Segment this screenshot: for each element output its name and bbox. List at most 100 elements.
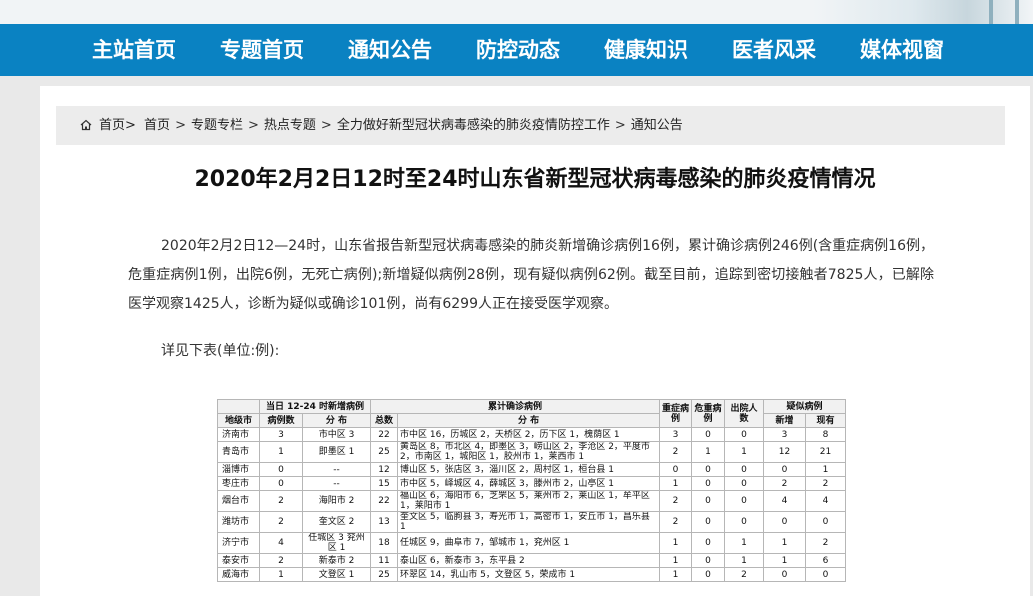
table-cell-new-count: 2 [259,511,303,533]
header-suspect-now: 现有 [805,413,847,428]
header-critical: 危重病例 [691,399,726,428]
table-cell-total: 22 [370,427,398,442]
table-body: 济南市 3 市中区 3 22 市中区 16，历城区 2，天桥区 2，历下区 1，槐荫区 … [217,427,847,582]
breadcrumb-home-2[interactable]: 首页 [140,118,170,133]
table-cell-distribution: 环翠区 14，乳山市 5，文登区 5，荣成市 1 [396,567,661,582]
home-icon [80,119,92,131]
table-cell-new-dist: 文登区 1 [302,567,371,582]
table-cell-total: 15 [370,476,398,491]
table-cell-total: 25 [370,567,398,582]
table-cell-suspect-new: 1 [763,553,807,568]
table-cell-severe: 1 [659,567,693,582]
table-cell-suspect-new: 1 [763,532,807,554]
table-cell-new-dist: 新泰市 2 [302,553,371,568]
table-cell-city: 潍坊市 [217,511,260,533]
table-cell-new-dist: -- [302,476,371,491]
nav-item-main-home[interactable]: 主站首页 [92,24,176,76]
table-cell-new-count: 2 [259,490,303,512]
table-cell-severe: 1 [659,476,693,491]
table-row: 烟台市 2 海阳市 2 22 福山区 6，海阳市 6，芝罘区 5，莱州市 2，莱山区 1… [217,490,847,512]
content-panel: 首页> 首页 > 专题专栏 > 热点专题 > 全力做好新型冠状病毒感染的肺炎疫情防控工作 > 通… [40,86,1030,596]
table-cell-suspect-now: 2 [805,476,847,491]
main-nav: 主站首页 专题首页 通知公告 防控动态 健康知识 医者风采 媒体视窗 [0,24,1033,76]
table-cell-discharged: 0 [724,427,765,442]
table-cell-critical: 0 [691,567,726,582]
table-cell-severe: 3 [659,427,693,442]
breadcrumb-separator: > [320,118,332,133]
table-cell-suspect-new: 4 [763,490,807,512]
header-city: 地级市 [217,413,260,428]
nav-item-media[interactable]: 媒体视窗 [860,24,944,76]
table-cell-city: 青岛市 [217,441,260,463]
breadcrumb: 首页> 首页 > 专题专栏 > 热点专题 > 全力做好新型冠状病毒感染的肺炎疫情防控工作 > 通… [56,106,1005,145]
top-strip [0,0,1033,24]
header-severe: 重症病例 [659,399,693,428]
table-cell-distribution: 福山区 6，海阳市 6，芝罘区 5，莱州市 2，莱山区 1，牟平区 1，莱阳市 … [396,490,661,512]
table-cell-discharged: 2 [724,567,765,582]
table-row: 潍坊市 2 奎文区 2 13 奎文区 5，临朐县 3，寿光市 1，高密市 1，安丘市 1… [217,511,847,533]
breadcrumb-notices[interactable]: 通知公告 [631,118,683,133]
table-cell-total: 22 [370,490,398,512]
header-new-count: 病例数 [259,413,303,428]
header-decoration [813,0,1033,24]
breadcrumb-epidemic-work[interactable]: 全力做好新型冠状病毒感染的肺炎疫情防控工作 [337,118,610,133]
table-cell-new-count: 0 [259,476,303,491]
table-cell-total: 18 [370,532,398,554]
table-cell-suspect-now: 2 [805,532,847,554]
table-cell-city: 烟台市 [217,490,260,512]
header-suspect-group: 疑似病例 [763,399,847,414]
nav-item-topic-home[interactable]: 专题首页 [220,24,304,76]
table-header-row: 当日 12-24 时新增病例 累计确诊病例 重症病例 危重病例 出院人数 疑似病… [217,399,847,428]
table-cell-new-dist: -- [302,462,371,477]
table-cell-critical: 0 [691,427,726,442]
table-cell-discharged: 1 [724,532,765,554]
table-cell-suspect-new: 0 [763,462,807,477]
table-cell-new-dist: 即墨区 1 [302,441,371,463]
breadcrumb-topics[interactable]: 专题专栏 [191,118,243,133]
header-total-group: 累计确诊病例 [369,399,661,414]
table-cell-critical: 0 [691,462,726,477]
table-cell-city: 枣庄市 [217,476,260,491]
table-cell-severe: 2 [659,441,693,463]
nav-item-notices[interactable]: 通知公告 [348,24,432,76]
table-cell-total: 25 [370,441,398,463]
table-cell-distribution: 任城区 9，曲阜市 7，邹城市 1，兖州区 1 [396,532,661,554]
header-total: 总数 [370,413,398,428]
table-cell-new-count: 3 [259,427,303,442]
table-cell-suspect-now: 8 [805,427,847,442]
nav-item-health[interactable]: 健康知识 [604,24,688,76]
article-title: 2020年2月2日12时至24时山东省新型冠状病毒感染的肺炎疫情情况 [194,167,876,192]
table-cell-critical: 0 [691,553,726,568]
breadcrumb-home-1[interactable]: 首页> [99,118,136,133]
table-row: 泰安市 2 新泰市 2 11 泰山区 6，新泰市 3，东平县 210116 [217,553,847,568]
breadcrumb-hot-topics[interactable]: 热点专题 [264,118,316,133]
table-cell-suspect-now: 4 [805,490,847,512]
header-decoration-bar [989,0,993,24]
nav-item-prevention[interactable]: 防控动态 [476,24,560,76]
table-cell-suspect-new: 0 [763,511,807,533]
table-cell-total: 12 [370,462,398,477]
table-cell-new-count: 1 [259,441,303,463]
header-new-group: 当日 12-24 时新增病例 [259,399,371,414]
table-cell-distribution: 市中区 16，历城区 2，天桥区 2，历下区 1，槐荫区 1 [396,427,661,442]
breadcrumb-separator: > [175,118,186,133]
nav-item-doctors[interactable]: 医者风采 [732,24,816,76]
table-cell-new-dist: 任城区 3 兖州区 1 [302,532,371,554]
table-cell-suspect-new: 3 [763,427,807,442]
table-cell-total: 13 [370,511,398,533]
table-row: 青岛市 1 即墨区 1 25 黄岛区 8，市北区 4，即墨区 3，崂山区 2，李沧区 2… [217,441,847,463]
header-cell-empty [217,399,260,414]
header-total-dist: 分 布 [396,413,661,428]
table-cell-discharged: 0 [724,490,765,512]
breadcrumb-separator: > [247,118,259,133]
table-cell-critical: 1 [691,441,726,463]
statistics-table: 当日 12-24 时新增病例 累计确诊病例 重症病例 危重病例 出院人数 疑似病… [217,399,847,582]
table-cell-critical: 0 [691,511,726,533]
table-row: 济宁市 4 任城区 3 兖州区 1 18 任城区 9，曲阜市 7，邹城市 1，兖州区 1… [217,532,847,554]
table-cell-city: 济宁市 [217,532,260,554]
header-new-dist: 分 布 [302,413,371,428]
table-row: 枣庄市 0 -- 15 市中区 5，峄城区 4，薛城区 3，滕州市 2，山亭区 1100… [217,476,847,491]
table-cell-severe: 0 [659,462,693,477]
table-cell-city: 济南市 [217,427,260,442]
table-cell-discharged: 0 [724,462,765,477]
